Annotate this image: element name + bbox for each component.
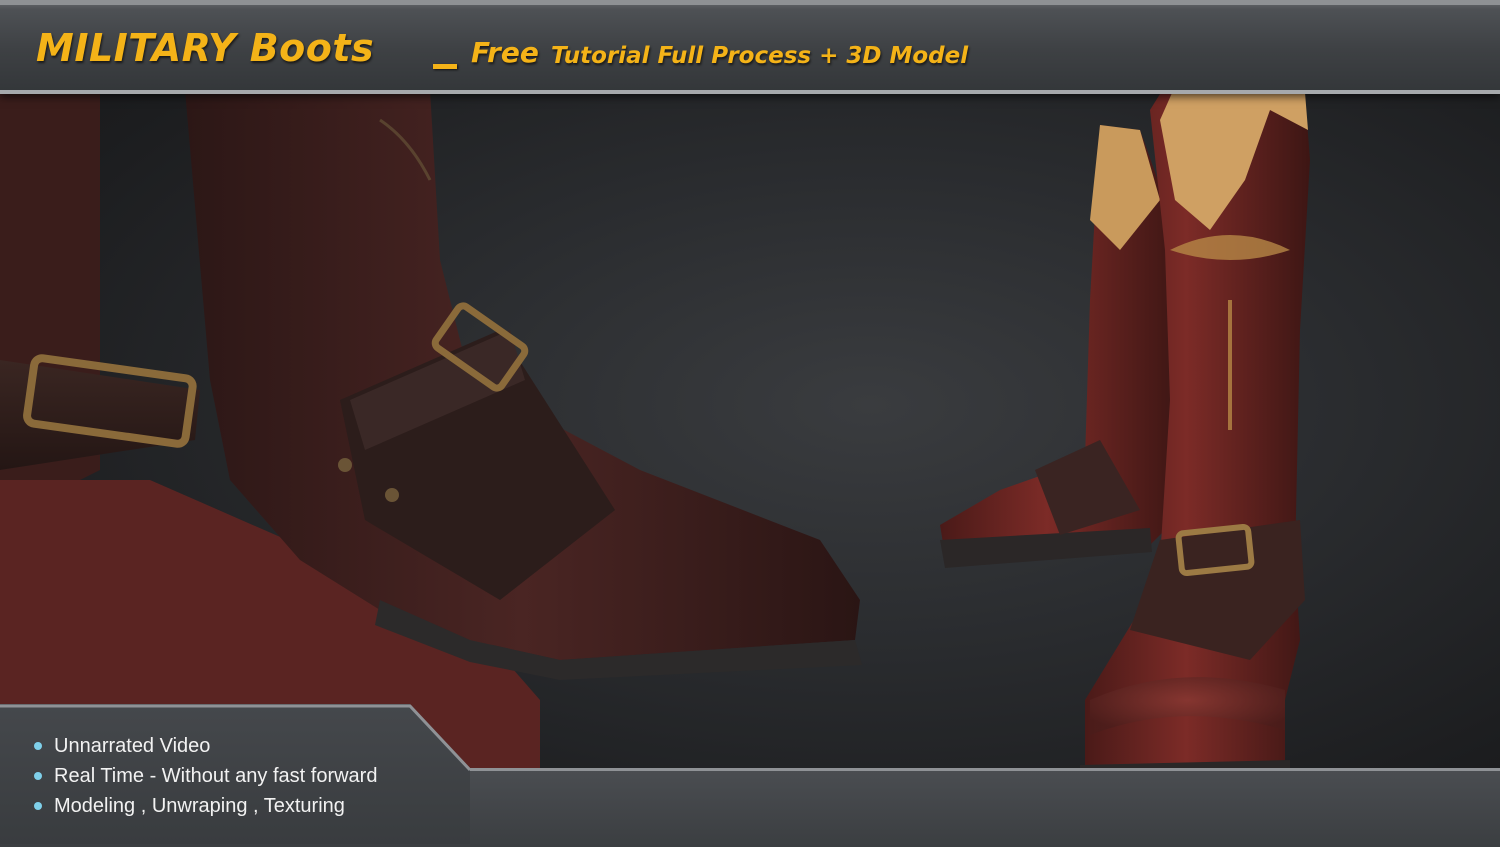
feature-list: Unnarrated Video Real Time - Without any… xyxy=(34,731,377,821)
boot-pair xyxy=(940,30,1310,795)
feature-item-modeling: Modeling , Unwraping , Texturing xyxy=(34,791,377,821)
title-main: MILITARY Boots xyxy=(36,26,375,70)
feature-text: Modeling , Unwraping , Texturing xyxy=(54,794,345,817)
bullet-icon xyxy=(34,772,42,780)
title-free: Free xyxy=(471,36,539,69)
feature-item-unnarrated: Unnarrated Video xyxy=(34,731,377,761)
title-dash xyxy=(433,64,457,69)
feature-text: Unnarrated Video xyxy=(54,734,211,757)
feature-item-real-time: Real Time - Without any fast forward xyxy=(34,761,377,791)
closeup-boot xyxy=(0,90,862,768)
title-banner: MILITARY Boots Free Tutorial Full Proces… xyxy=(0,0,1500,94)
title-subtitle: Tutorial Full Process + 3D Model xyxy=(551,43,969,69)
feature-text: Real Time - Without any fast forward xyxy=(54,764,378,787)
bullet-icon xyxy=(34,742,42,750)
bullet-icon xyxy=(34,802,42,810)
